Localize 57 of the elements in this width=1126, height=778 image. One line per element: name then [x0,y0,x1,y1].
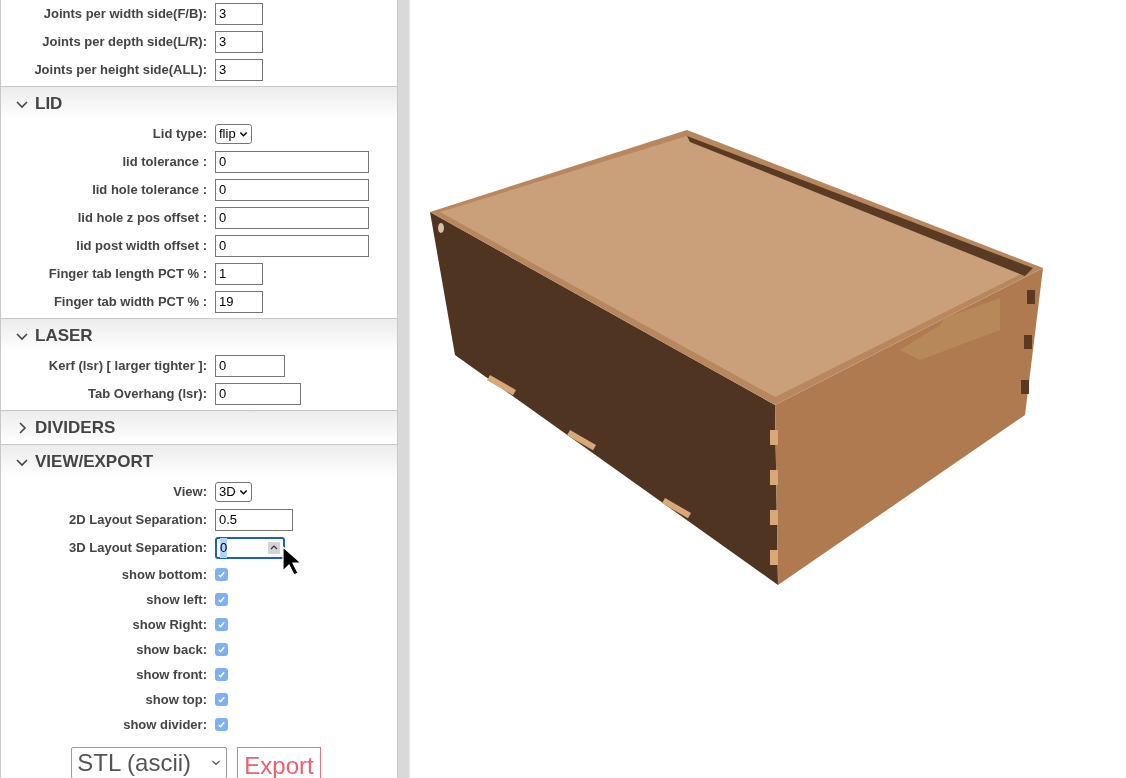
field-label: show Right: [131,615,208,634]
mouse-pointer-icon [282,546,302,576]
field-label: 2D Layout Separation: [68,511,208,530]
input-field[interactable]: 3 [215,3,263,25]
field-label: Kerf (lsr) [ larger tighter ]: [47,357,208,376]
input-field[interactable]: 3 [215,59,263,81]
caret-icon [238,487,248,497]
field-label: show divider: [122,715,208,734]
input-field[interactable]: 0 [215,537,285,559]
field-label: Finger tab length PCT % : [47,265,208,284]
checkmark-icon [217,670,226,679]
field-label: 3D Layout Separation: [68,539,208,558]
field-label: show top: [144,690,208,709]
caret-icon [211,758,222,768]
field-label: lid hole z pos offset : [76,209,208,228]
field-label: lid hole tolerance : [91,181,208,200]
field-label: Joints per width side(F/B): [42,5,208,24]
input-field[interactable]: 1 [215,263,263,285]
checkbox[interactable] [215,593,228,606]
field-label: show back: [135,640,208,659]
input-field[interactable]: 0 [215,383,301,405]
input-field[interactable]: 3 [215,31,263,53]
checkmark-icon [217,620,226,629]
checkmark-icon [217,645,226,654]
checkbox[interactable] [215,693,228,706]
field-label: Tab Overhang (lsr): [87,385,208,404]
field-label: Lid type: [151,125,208,144]
input-field[interactable]: 0 [215,207,369,229]
checkmark-icon [217,595,226,604]
input-field[interactable]: 0.5 [215,509,293,531]
checkmark-icon [217,720,226,729]
checkbox[interactable] [215,643,228,656]
field-label: show bottom: [120,565,208,584]
field-label: show front: [135,665,208,684]
dropdown[interactable]: flip [215,124,252,144]
input-field[interactable]: 0 [215,179,369,201]
checkbox[interactable] [215,618,228,631]
field-label: show left: [145,590,208,609]
field-label: Joints per depth side(L/R): [41,33,208,52]
checkbox[interactable] [215,718,228,731]
input-field[interactable]: 0 [215,355,285,377]
checkmark-icon [217,570,226,579]
format-dropdown[interactable]: STL (ascii) [71,747,228,778]
field-label: Finger tab width PCT % : [52,293,208,312]
field-label: Joints per height side(ALL): [33,61,208,80]
checkmark-icon [217,695,226,704]
dropdown[interactable]: 3D [215,482,252,502]
field-label: lid tolerance : [121,153,208,172]
caret-icon [238,129,248,139]
input-field[interactable]: 0 [215,235,369,257]
spinner-arrows-icon[interactable] [268,542,280,554]
field-label: View: [172,483,208,502]
checkbox[interactable] [215,568,228,581]
input-field[interactable]: 19 [215,291,263,313]
input-field[interactable]: 0 [215,151,369,173]
checkbox[interactable] [215,668,228,681]
field-label: lid post width offset : [75,237,208,256]
